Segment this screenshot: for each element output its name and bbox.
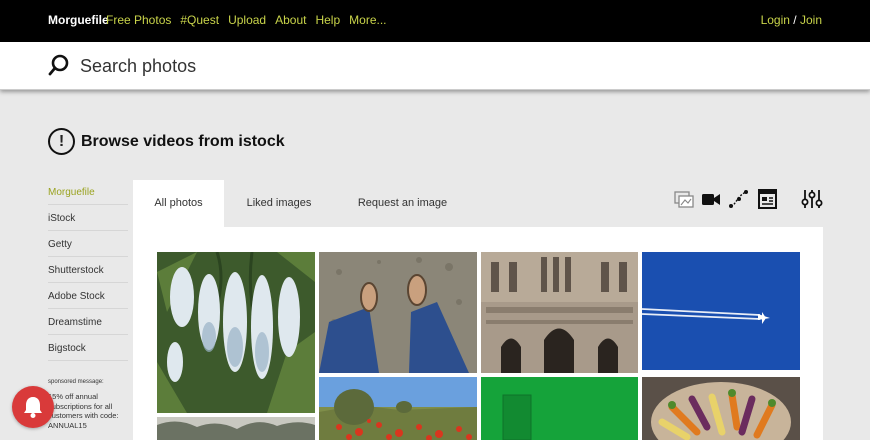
sponsored-label: sponsored message: (48, 379, 104, 385)
tab-bar: All photos Liked images Request an image (133, 180, 823, 227)
sidebar-item-morguefile[interactable]: Morguefile (48, 179, 128, 205)
page-title: Browse videos from istock (81, 132, 285, 150)
login-link[interactable]: Login (761, 13, 790, 27)
tab-liked-images[interactable]: Liked images (235, 180, 323, 227)
page-heading: ! Browse videos from istock (48, 128, 285, 155)
exclamation-circle-icon: ! (48, 128, 75, 155)
tab-request-image[interactable]: Request an image (345, 180, 460, 227)
photo-gothic-cathedral-facade[interactable] (481, 252, 638, 373)
video-icon[interactable] (701, 188, 721, 210)
nav-more[interactable]: More... (349, 13, 386, 27)
photo-feet-on-gravel[interactable] (319, 252, 477, 373)
photo-green-wall-door[interactable] (481, 377, 638, 440)
main-nav-links: Free Photos #Quest Upload About Help Mor… (106, 13, 387, 27)
nav-about[interactable]: About (275, 13, 306, 27)
top-navigation-bar: Morguefile Free Photos #Quest Upload Abo… (0, 0, 870, 42)
filter-settings-icon[interactable] (801, 188, 823, 210)
photos-icon[interactable] (674, 188, 694, 210)
sidebar-item-adobe-stock[interactable]: Adobe Stock (48, 283, 128, 309)
sidebar-item-bigstock[interactable]: Bigstock (48, 335, 128, 361)
nav-help[interactable]: Help (315, 13, 340, 27)
brand-logo-link[interactable]: Morguefile (48, 13, 109, 27)
search-input[interactable] (80, 52, 580, 80)
notification-bell-button[interactable] (12, 386, 54, 428)
nav-quest[interactable]: #Quest (180, 13, 219, 27)
bell-icon (24, 397, 42, 418)
auth-separator: / (793, 13, 797, 27)
photo-grid (133, 227, 823, 440)
photo-white-flower-clusters[interactable] (157, 252, 315, 413)
photo-red-poppy-field[interactable] (319, 377, 477, 440)
search-icon[interactable] (48, 54, 70, 76)
join-link[interactable]: Join (800, 13, 822, 27)
photo-trees-landscape[interactable] (157, 417, 315, 440)
nav-upload[interactable]: Upload (228, 13, 266, 27)
vector-icon[interactable] (728, 188, 750, 210)
sidebar-item-getty[interactable]: Getty (48, 231, 128, 257)
auth-links: Login / Join (761, 13, 822, 27)
photo-bowl-of-carrots[interactable] (642, 377, 800, 440)
nav-free-photos[interactable]: Free Photos (106, 13, 171, 27)
photo-airplane-in-blue-sky[interactable] (642, 252, 800, 370)
sidebar-item-shutterstock[interactable]: Shutterstock (48, 257, 128, 283)
sidebar-item-dreamstime[interactable]: Dreamstime (48, 309, 128, 335)
promo-message[interactable]: 15% off annual subscriptions for all cus… (48, 392, 123, 430)
source-sidebar: Morguefile iStock Getty Shutterstock Ado… (48, 179, 128, 430)
sidebar-item-istock[interactable]: iStock (48, 205, 128, 231)
search-bar (0, 42, 870, 90)
tab-all-photos[interactable]: All photos (133, 180, 224, 227)
illustration-icon[interactable] (757, 188, 779, 210)
